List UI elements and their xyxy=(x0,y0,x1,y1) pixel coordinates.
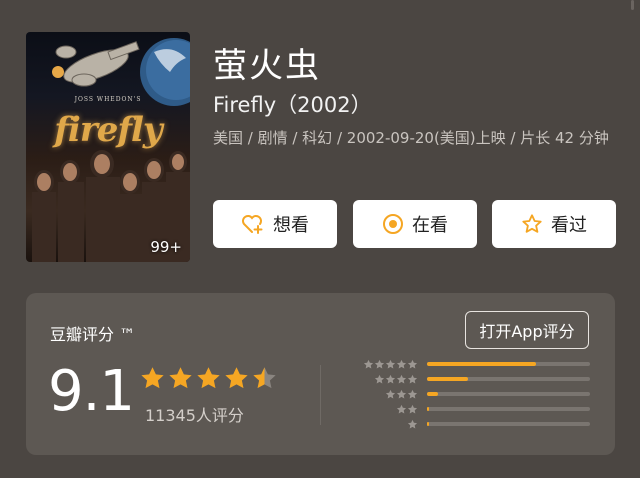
distribution-stars xyxy=(363,359,418,370)
watching-button[interactable]: 在看 xyxy=(353,200,477,248)
distribution-bar-fill xyxy=(427,422,429,426)
rating-stars xyxy=(139,365,278,392)
poster-credit-text: JOSS WHEDON'S xyxy=(74,96,142,103)
target-circle-icon xyxy=(382,213,404,235)
distribution-bar-fill xyxy=(427,377,468,381)
star-icon xyxy=(225,367,248,389)
photo-count-badge[interactable]: 99+ xyxy=(150,238,182,256)
divider xyxy=(320,365,321,425)
small-star-icon xyxy=(385,359,396,369)
star-icon xyxy=(141,367,164,389)
movie-meta-info: 美国 / 剧情 / 科幻 / 2002-09-20(美国)上映 / 片长 42 … xyxy=(213,129,609,147)
distribution-bar-track xyxy=(427,422,590,426)
small-star-icon xyxy=(407,359,418,369)
distribution-row-3-star xyxy=(358,389,590,399)
movie-poster[interactable]: JOSS WHEDON'S firefly 99+ xyxy=(26,32,190,262)
star-icon xyxy=(169,367,192,389)
distribution-row-4-star xyxy=(358,374,590,384)
small-star-icon xyxy=(363,359,374,369)
distribution-bar-fill xyxy=(427,392,439,396)
distribution-bar-fill xyxy=(427,362,537,366)
small-star-icon xyxy=(374,374,385,384)
small-star-icon xyxy=(385,374,396,384)
distribution-bar-track xyxy=(427,407,590,411)
rating-source-label: 豆瓣评分 ™ xyxy=(50,325,136,344)
open-app-rate-button[interactable]: 打开App评分 xyxy=(465,311,589,349)
watched-label: 看过 xyxy=(551,215,587,236)
star-outline-icon xyxy=(521,213,543,235)
distribution-row-2-star xyxy=(358,404,590,414)
distribution-stars xyxy=(385,389,418,400)
small-star-icon xyxy=(407,404,418,414)
distribution-row-5-star xyxy=(358,359,590,369)
small-star-icon xyxy=(407,419,418,429)
poster-title-text: firefly xyxy=(54,110,162,150)
star-icon xyxy=(197,367,220,389)
small-star-icon xyxy=(407,374,418,384)
distribution-bar-track xyxy=(427,392,590,396)
small-star-icon xyxy=(407,389,418,399)
distribution-stars xyxy=(396,404,418,415)
rating-card: 豆瓣评分 ™ 打开App评分 9.1 11345人评分 xyxy=(26,293,615,455)
distribution-stars xyxy=(407,419,418,430)
watched-button[interactable]: 看过 xyxy=(492,200,616,248)
small-star-icon xyxy=(396,404,407,414)
distribution-bar-track xyxy=(427,377,590,381)
rating-score: 9.1 xyxy=(48,359,135,424)
distribution-bar-fill xyxy=(427,407,429,411)
want-to-watch-label: 想看 xyxy=(273,215,309,236)
small-star-icon xyxy=(396,389,407,399)
watching-label: 在看 xyxy=(412,215,448,236)
movie-title: 萤火虫 xyxy=(213,46,321,86)
small-star-icon xyxy=(396,374,407,384)
small-star-icon xyxy=(396,359,407,369)
distribution-row-1-star xyxy=(358,419,590,429)
small-star-icon xyxy=(385,389,396,399)
scrollbar[interactable] xyxy=(631,0,634,10)
distribution-bar-track xyxy=(427,362,590,366)
want-to-watch-button[interactable]: 想看 xyxy=(213,200,337,248)
small-star-icon xyxy=(374,359,385,369)
distribution-stars xyxy=(374,374,418,385)
movie-original-title: Firefly（2002） xyxy=(213,93,372,117)
heart-plus-icon xyxy=(241,213,265,235)
rating-count[interactable]: 11345人评分 xyxy=(145,402,244,426)
star-icon xyxy=(253,367,276,389)
